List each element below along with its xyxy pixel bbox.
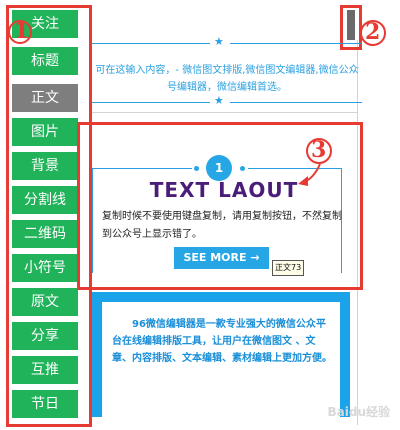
- element-tag-tooltip: 正文73: [272, 260, 305, 276]
- nav-item-divider[interactable]: 分割线: [12, 186, 78, 214]
- star-icon: ★: [214, 35, 224, 48]
- nav-item-title[interactable]: 标题: [12, 47, 78, 75]
- card-top-border-left: [92, 168, 192, 169]
- annotation-marker-1: 1: [14, 18, 30, 44]
- dot-right: [240, 166, 245, 171]
- nav-item-image[interactable]: 图片: [12, 118, 78, 146]
- see-more-button[interactable]: SEE MORE →: [174, 247, 269, 269]
- rule-left: [92, 43, 210, 44]
- nav-item-original[interactable]: 原文: [12, 288, 78, 316]
- annotation-marker-2: 2: [365, 19, 381, 45]
- quote-box-inner: 96微信编辑器是一款专业强大的微信公众平台在线编辑排版工具，让用户在微信图文 、…: [102, 302, 340, 417]
- template-intro-text[interactable]: ★ 可在这输入内容，- 微信图文排版,微信图文编辑器,微信公众号编辑器，微信编辑…: [92, 30, 362, 107]
- nav-item-share[interactable]: 分享: [12, 322, 78, 350]
- nav-item-holiday[interactable]: 节日: [12, 390, 78, 418]
- star-icon-bottom: ★: [214, 94, 224, 107]
- watermark: Baidu经验: [327, 405, 391, 419]
- template-quote-box[interactable]: 96微信编辑器是一款专业强大的微信公众平台在线编辑排版工具，让用户在微信图文 、…: [92, 292, 350, 417]
- nav-item-symbols[interactable]: 小符号: [12, 254, 78, 282]
- nav-item-background[interactable]: 背景: [12, 152, 78, 180]
- intro-text: 可在这输入内容，- 微信图文排版,微信图文编辑器,微信公众号编辑器，微信编辑首选…: [95, 65, 359, 93]
- nav-item-cross-promo[interactable]: 互推: [12, 356, 78, 384]
- card-top-border-right: [248, 168, 342, 169]
- rule-bottom-left: [92, 102, 210, 103]
- nav-item-body-text[interactable]: 正文: [12, 84, 78, 112]
- editor-separator: [92, 112, 357, 113]
- nav-item-qrcode[interactable]: 二维码: [12, 220, 78, 248]
- rule-right: [230, 43, 362, 44]
- quote-text: 96微信编辑器是一款专业强大的微信公众平台在线编辑排版工具，让用户在微信图文 、…: [112, 319, 332, 364]
- annotation-arrow-icon: [298, 163, 321, 186]
- card-body-text: 复制时候不要使用键盘复制，请用复制按钮，不然复制到公众号上显示错了。: [102, 211, 342, 240]
- card-left-border: [92, 168, 93, 273]
- dot-left: [194, 166, 199, 171]
- rule-bottom-right: [230, 102, 362, 103]
